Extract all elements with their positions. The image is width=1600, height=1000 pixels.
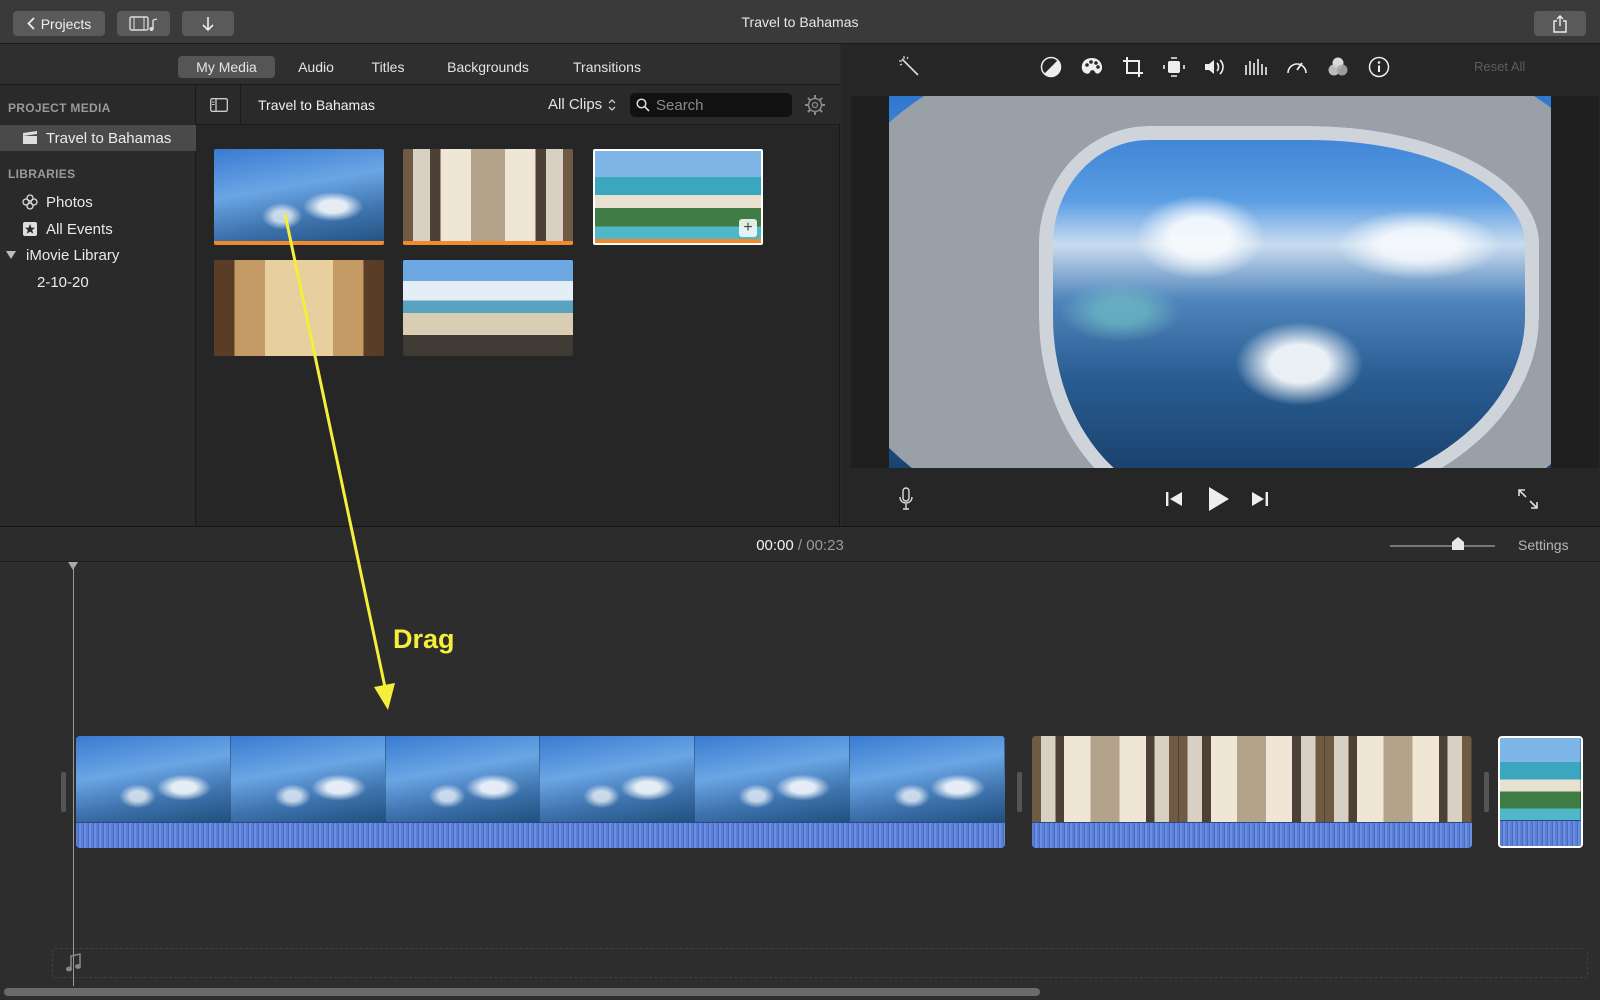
time-separator: / xyxy=(797,537,803,554)
timeline-clip[interactable] xyxy=(1498,736,1583,848)
sidebar-item-project[interactable]: Travel to Bahamas xyxy=(0,125,196,151)
window-title: Travel to Bahamas xyxy=(741,14,859,30)
toolbar-divider xyxy=(240,85,241,125)
search-input[interactable] xyxy=(656,96,782,114)
sidebar-toggle-icon xyxy=(210,98,228,112)
used-range-bar xyxy=(214,241,384,245)
sidebar-item-all-events[interactable]: All Events xyxy=(0,216,196,242)
share-icon xyxy=(1553,14,1567,33)
media-toolbar: Travel to Bahamas All Clips xyxy=(196,85,840,125)
media-browser: My Media Audio Titles Backgrounds Transi… xyxy=(0,44,840,526)
microphone-icon[interactable] xyxy=(895,486,917,512)
timecode: 00:00 / 00:23 xyxy=(0,537,1600,554)
timeline-clip[interactable] xyxy=(1032,736,1472,848)
sidebar-item-photos[interactable]: Photos xyxy=(0,189,196,215)
skip-forward-icon[interactable] xyxy=(1249,488,1271,510)
audio-waveform xyxy=(1032,822,1472,848)
media-thumbnail[interactable] xyxy=(214,149,384,245)
tab-backgrounds[interactable]: Backgrounds xyxy=(436,56,540,78)
fullscreen-icon[interactable] xyxy=(1515,486,1541,512)
used-range-bar xyxy=(403,241,573,245)
media-thumbnail[interactable]: + xyxy=(593,149,763,245)
stabilization-icon[interactable] xyxy=(1161,54,1187,80)
audio-waveform xyxy=(76,822,1005,848)
sidebar-item-label: Travel to Bahamas xyxy=(46,129,172,147)
tab-audio[interactable]: Audio xyxy=(290,56,342,78)
magic-wand-icon[interactable] xyxy=(897,54,923,80)
sidebar-item-imovie-library[interactable]: iMovie Library xyxy=(0,242,196,268)
color-correction-icon[interactable] xyxy=(1079,54,1105,80)
clips-filter-label: All Clips xyxy=(548,96,603,113)
playhead[interactable] xyxy=(73,566,74,986)
timeline xyxy=(0,562,1600,1000)
skip-back-icon[interactable] xyxy=(1163,488,1185,510)
reset-all-button[interactable]: Reset All xyxy=(1474,59,1525,74)
gear-icon xyxy=(805,95,825,115)
clip-filmstrip xyxy=(1032,736,1472,822)
sidebar-item-label: 2-10-20 xyxy=(37,273,89,291)
adjustments-bar: Reset All xyxy=(841,44,1600,88)
clip-filmstrip xyxy=(1500,738,1581,824)
timeline-header: 00:00 / 00:23 Settings xyxy=(0,526,1600,562)
libraries-header: LIBRARIES xyxy=(8,167,76,181)
tab-titles[interactable]: Titles xyxy=(362,56,414,78)
tab-my-media[interactable]: My Media xyxy=(178,56,275,78)
settings-gear-button[interactable] xyxy=(804,94,826,121)
disclosure-triangle-icon[interactable] xyxy=(4,250,18,260)
current-time: 00:00 xyxy=(756,537,794,554)
play-icon[interactable] xyxy=(1203,484,1233,514)
title-bar: Projects Travel to Bahamas xyxy=(0,0,1600,44)
updown-chevron-icon xyxy=(608,98,616,111)
audio-waveform xyxy=(1500,820,1581,846)
sidebar-item-event-2-10-20[interactable]: 2-10-20 xyxy=(0,269,196,295)
media-title: Travel to Bahamas xyxy=(258,97,375,113)
crop-icon[interactable] xyxy=(1120,54,1146,80)
clapper-icon xyxy=(20,131,40,145)
sidebar-item-label: All Events xyxy=(46,220,113,238)
background-music-well[interactable] xyxy=(52,948,1588,978)
horizontal-scrollbar[interactable] xyxy=(4,988,1040,996)
project-media-header: PROJECT MEDIA xyxy=(8,101,111,115)
share-button[interactable] xyxy=(1534,11,1586,36)
search-icon xyxy=(636,98,650,112)
zoom-slider-knob[interactable] xyxy=(1451,537,1465,551)
photos-icon xyxy=(20,194,40,210)
timeline-clip[interactable] xyxy=(76,736,1005,848)
volume-icon[interactable] xyxy=(1202,54,1228,80)
sidebar-toggle-button[interactable] xyxy=(204,93,234,117)
noise-reduction-icon[interactable] xyxy=(1243,54,1269,80)
media-thumbnail[interactable] xyxy=(403,149,573,245)
media-thumbnail[interactable] xyxy=(214,260,384,356)
viewer-panel: Reset All xyxy=(841,44,1600,526)
total-time: 00:23 xyxy=(806,537,844,554)
preview-video xyxy=(889,96,1551,468)
drag-label: Drag xyxy=(393,624,455,654)
music-note-icon xyxy=(66,953,81,972)
sidebar-item-label: Photos xyxy=(46,193,93,211)
media-thumbnail[interactable] xyxy=(403,260,573,356)
clip-trim-handle[interactable] xyxy=(1017,772,1022,812)
timeline-settings-button[interactable]: Settings xyxy=(1518,537,1569,553)
airplane-window-frame xyxy=(889,96,1551,468)
clip-trim-handle[interactable] xyxy=(1484,772,1489,812)
preview-frame xyxy=(851,96,1599,468)
color-balance-icon[interactable] xyxy=(1038,54,1064,80)
playback-controls xyxy=(841,476,1600,520)
star-icon xyxy=(20,221,40,237)
clip-filmstrip xyxy=(76,736,1005,822)
libraries-sidebar: PROJECT MEDIA Travel to Bahamas LIBRARIE… xyxy=(0,85,196,526)
sidebar-item-label: iMovie Library xyxy=(26,246,120,264)
clip-trim-handle[interactable] xyxy=(61,772,66,812)
zoom-slider-track[interactable] xyxy=(1390,545,1495,547)
speed-icon[interactable] xyxy=(1284,54,1310,80)
clip-filter-icon[interactable] xyxy=(1325,54,1351,80)
search-field[interactable] xyxy=(630,93,792,117)
info-icon[interactable] xyxy=(1366,54,1392,80)
clips-filter-select[interactable]: All Clips xyxy=(548,96,616,113)
tab-transitions[interactable]: Transitions xyxy=(562,56,652,78)
browser-tabs: My Media Audio Titles Backgrounds Transi… xyxy=(0,44,840,85)
add-to-project-icon[interactable]: + xyxy=(739,219,757,237)
used-range-bar xyxy=(595,239,761,243)
